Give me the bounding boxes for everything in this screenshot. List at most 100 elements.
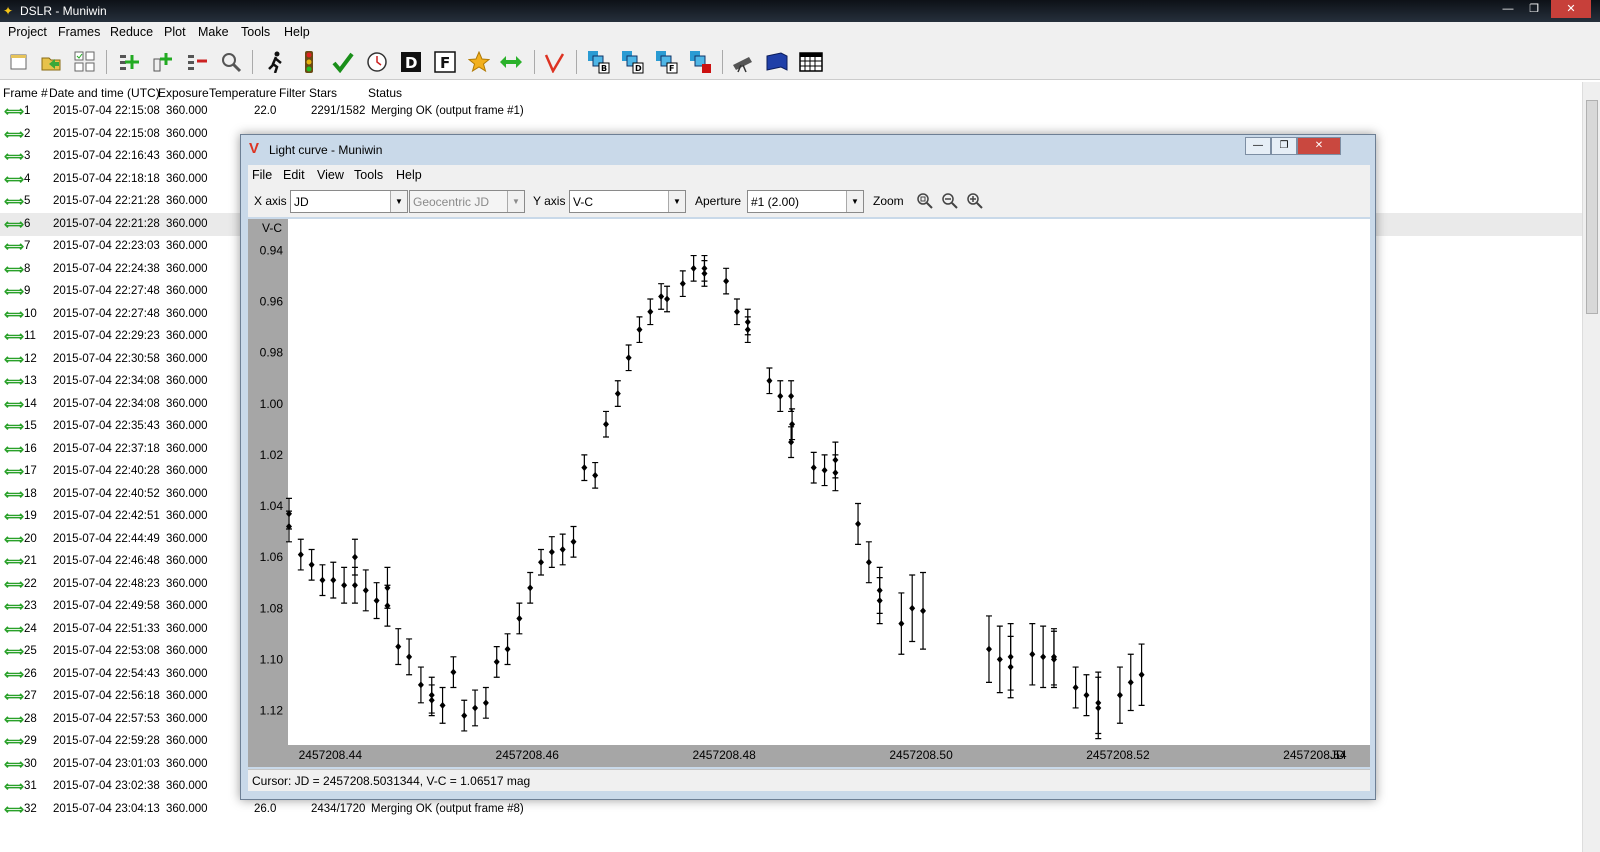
lc-menu-file[interactable]: File	[252, 168, 272, 182]
menu-tools[interactable]: Tools	[241, 25, 270, 39]
make-bias-icon[interactable]: B	[586, 49, 612, 75]
y-axis-select[interactable]: V-C ▼	[569, 190, 686, 213]
star-icon[interactable]	[466, 49, 492, 75]
zoom-fit-icon[interactable]	[915, 192, 935, 212]
frame-datetime: 2015-07-04 22:30:58	[53, 352, 160, 365]
frame-select-icon[interactable]	[72, 49, 98, 75]
frame-datetime: 2015-07-04 22:42:51	[53, 510, 160, 522]
frame-datetime: 2015-07-04 22:54:43	[53, 667, 160, 680]
main-menubar: Project Frames Reduce Plot Make Tools He…	[0, 22, 1600, 42]
frame-datetime: 2015-07-04 22:53:08	[53, 645, 160, 657]
close-button[interactable]: ✕	[1551, 0, 1591, 18]
dialog-minimize-button[interactable]: —	[1245, 137, 1271, 155]
zoom-out-icon[interactable]	[940, 192, 960, 212]
x-tick-label: 2457208.48	[692, 748, 756, 762]
y-tick-label: 1.06	[260, 550, 284, 564]
light-curve-plot[interactable]: V-C JD 0.94 0.96 0.98 1.00 1.02 1.04 1.06 1.08 1…	[248, 219, 1370, 767]
match-icon[interactable]	[498, 49, 524, 75]
frame-status-arrow-icon: ⟺	[4, 328, 25, 344]
frame-exposure: 360.000	[166, 465, 208, 477]
minimize-button[interactable]: —	[1495, 0, 1521, 18]
col-header-datetime[interactable]: Date and time (UTC)	[49, 86, 160, 100]
col-header-stars[interactable]: Stars	[309, 86, 337, 100]
frame-exposure: 360.000	[166, 532, 208, 545]
make-merge-icon[interactable]	[688, 49, 714, 75]
dialog-close-button[interactable]: ✕	[1297, 137, 1341, 155]
menu-reduce[interactable]: Reduce	[110, 25, 153, 39]
frame-exposure: 360.000	[166, 172, 208, 185]
table-row[interactable]: ⟺ 1 2015-07-04 22:15:08 360.000 22.0 2291/158…	[0, 100, 1586, 123]
aperture-select[interactable]: #1 (2.00) ▼	[747, 190, 864, 213]
frame-exposure: 360.000	[166, 712, 208, 725]
open-project-icon[interactable]	[38, 49, 64, 75]
frame-datetime: 2015-07-04 22:57:53	[53, 712, 160, 725]
aperture-value: #1 (2.00)	[751, 195, 800, 209]
svg-text:D: D	[405, 54, 417, 72]
lc-menu-edit[interactable]: Edit	[283, 168, 305, 182]
menu-project[interactable]: Project	[8, 25, 47, 39]
frame-exposure: 360.000	[166, 217, 208, 230]
frame-datetime: 2015-07-04 22:27:48	[53, 285, 160, 297]
make-dark-icon[interactable]: D	[620, 49, 646, 75]
traffic-light-icon[interactable]	[296, 49, 322, 75]
col-header-status[interactable]: Status	[368, 86, 402, 100]
chevron-down-icon[interactable]: ▼	[846, 191, 863, 212]
magnifier-icon[interactable]	[218, 49, 244, 75]
remove-frames-icon[interactable]	[184, 49, 210, 75]
menu-plot[interactable]: Plot	[164, 25, 186, 39]
restore-button[interactable]: ❐	[1521, 0, 1547, 18]
lc-menu-view[interactable]: View	[317, 168, 344, 182]
zoom-in-icon[interactable]	[965, 192, 985, 212]
new-project-icon[interactable]	[6, 49, 32, 75]
frame-datetime: 2015-07-04 22:15:08	[53, 127, 160, 140]
menu-frames[interactable]: Frames	[58, 25, 100, 39]
menu-make[interactable]: Make	[198, 25, 229, 39]
lc-menu-tools[interactable]: Tools	[354, 168, 383, 182]
run-icon[interactable]	[262, 49, 288, 75]
x-axis-label: X axis	[254, 194, 287, 208]
x-axis-select[interactable]: JD ▼	[290, 190, 408, 213]
frame-status-arrow-icon: ⟺	[4, 598, 25, 614]
dialog-restore-button[interactable]: ❐	[1271, 137, 1297, 155]
frame-status-arrow-icon: ⟺	[4, 710, 25, 727]
col-header-exposure[interactable]: Exposure	[158, 86, 209, 100]
light-curve-chart[interactable]: V-C JD 0.940.960.981.001.021.041.061.081…	[248, 219, 1370, 767]
x-ticks: 2457208.44 2457208.46 2457208.48 2457208.50…	[299, 748, 1347, 762]
add-individual-icon[interactable]	[150, 49, 176, 75]
add-frames-icon[interactable]	[116, 49, 142, 75]
book-icon[interactable]	[764, 49, 790, 75]
frame-status-arrow-icon: ⟺	[4, 395, 25, 412]
telescope-icon[interactable]	[730, 49, 756, 75]
frame-datetime: 2015-07-04 22:23:03	[53, 240, 160, 252]
frame-number: 16	[24, 442, 37, 455]
plot-canvas[interactable]	[288, 219, 1370, 745]
frame-status-arrow-icon: ⟺	[4, 260, 25, 277]
frame-number: 17	[24, 465, 37, 477]
flat-frame-icon[interactable]: F	[432, 49, 458, 75]
x-tick-label: 2457208.50	[889, 748, 953, 762]
dark-frame-icon[interactable]: D	[398, 49, 424, 75]
frame-datetime: 2015-07-04 22:27:48	[53, 307, 160, 320]
chevron-down-icon[interactable]: ▼	[390, 191, 407, 212]
frame-list-scrollbar[interactable]	[1582, 82, 1600, 852]
lc-menu-help[interactable]: Help	[396, 168, 422, 182]
col-header-filter[interactable]: Filter	[279, 86, 306, 100]
scrollbar-thumb[interactable]	[1586, 100, 1598, 314]
table-icon[interactable]	[798, 49, 824, 75]
table-row[interactable]: ⟺ 32 2015-07-04 23:04:13 360.000 26.0 2434/17…	[0, 798, 1586, 821]
frame-exposure: 360.000	[166, 780, 208, 792]
frame-number: 5	[24, 195, 31, 207]
frame-status: Merging OK (output frame #1)	[371, 105, 524, 117]
make-flat-icon[interactable]: F	[654, 49, 680, 75]
light-curve-icon[interactable]	[542, 49, 568, 75]
menu-help[interactable]: Help	[284, 25, 310, 39]
col-header-frame[interactable]: Frame #	[3, 86, 48, 100]
frame-number: 13	[24, 375, 37, 387]
frame-datetime: 2015-07-04 22:21:28	[53, 217, 160, 230]
light-curve-menubar: File Edit View Tools Help	[248, 165, 1370, 185]
check-icon[interactable]	[330, 49, 356, 75]
chevron-down-icon[interactable]: ▼	[668, 191, 685, 212]
col-header-temperature[interactable]: Temperature	[209, 86, 276, 100]
frame-exposure: 360.000	[166, 510, 208, 522]
clock-icon[interactable]	[364, 49, 390, 75]
